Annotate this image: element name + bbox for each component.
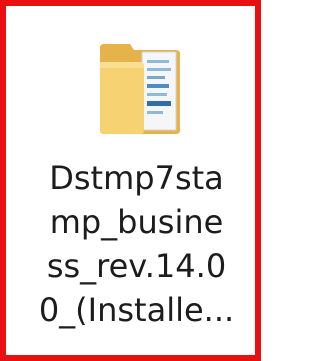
folder-icon — [96, 38, 182, 138]
selection-border: Dstmp7sta mp_busine ss_rev.14.0 0_(Insta… — [0, 0, 261, 361]
folder-name-line: mp_busine — [49, 203, 224, 241]
folder-name-line: Dstmp7sta — [49, 159, 224, 197]
folder-name: Dstmp7sta mp_busine ss_rev.14.0 0_(Insta… — [12, 156, 261, 332]
folder-item[interactable]: Dstmp7sta mp_busine ss_rev.14.0 0_(Insta… — [12, 12, 261, 361]
folder-name-line: 0_(Installe... — [38, 291, 235, 329]
folder-name-line: ss_rev.14.0 — [46, 247, 227, 285]
